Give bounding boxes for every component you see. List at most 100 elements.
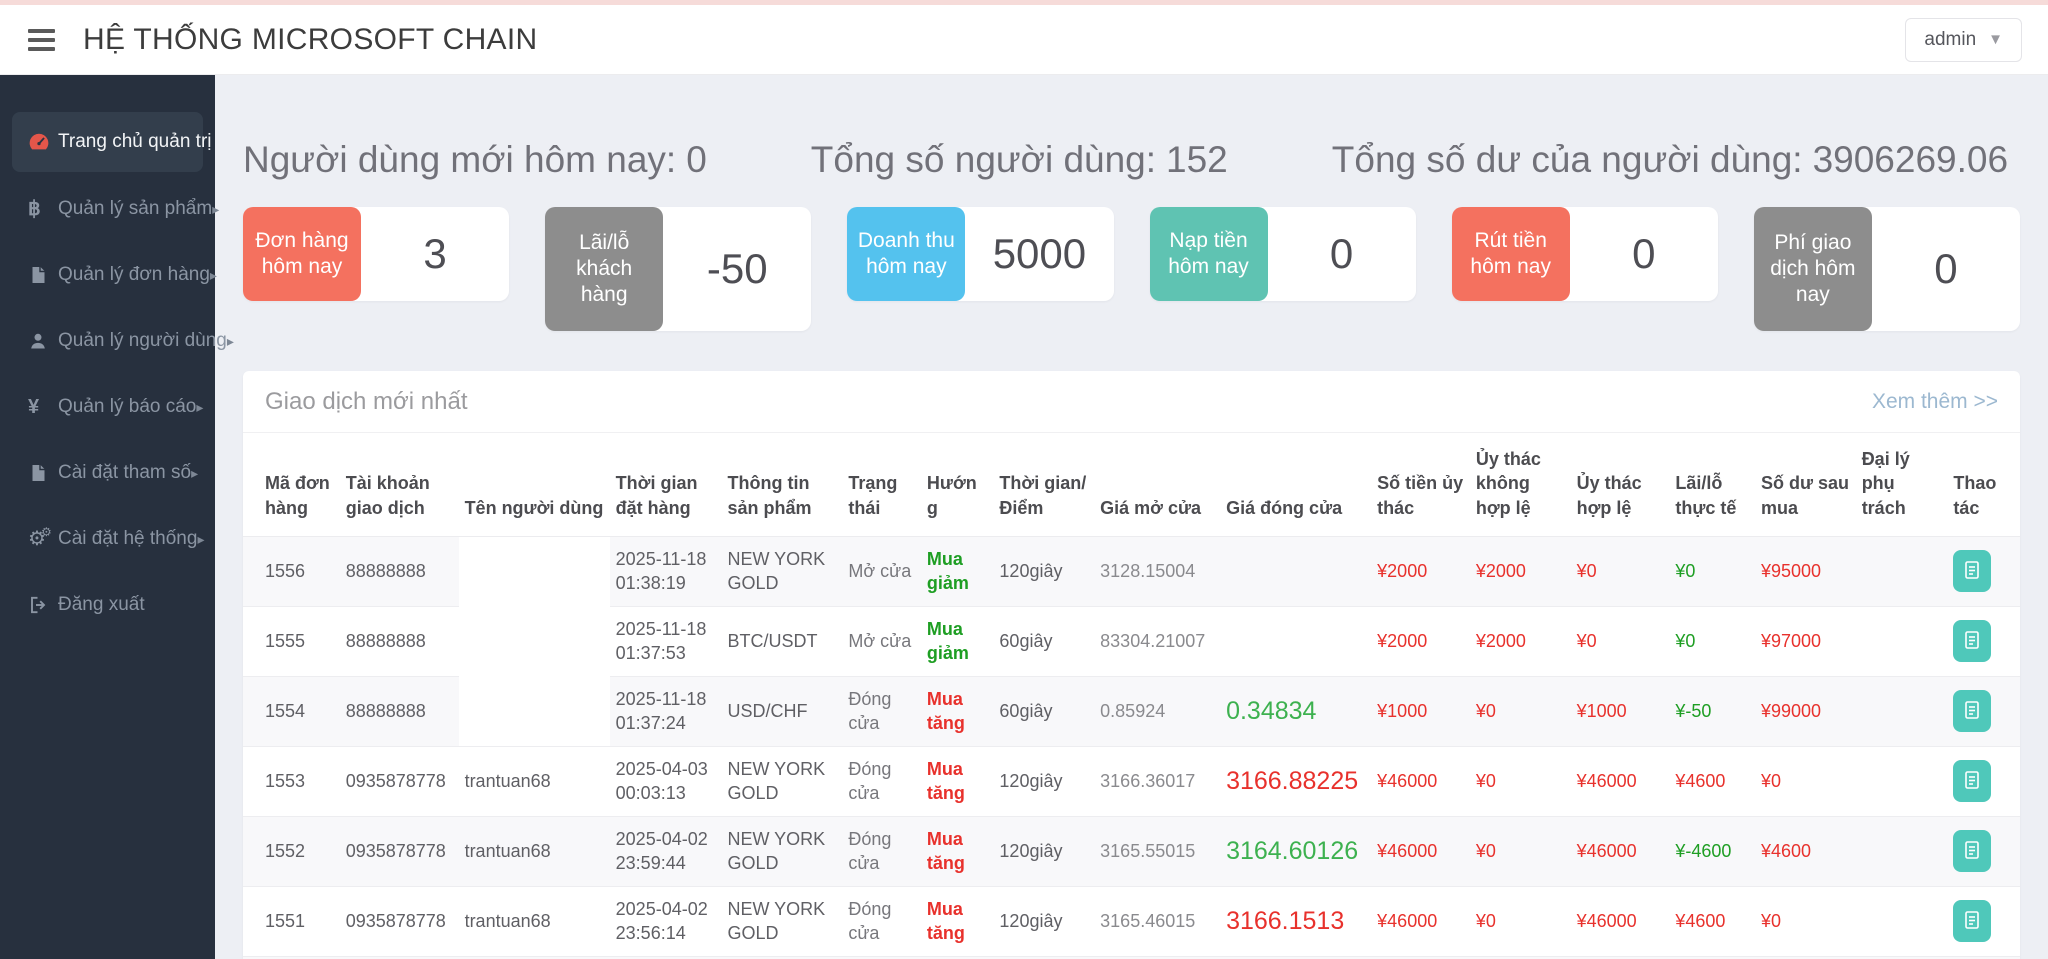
summary-stat-label: Tổng số người dùng: [811,139,1156,180]
order-detail-button[interactable] [1953,550,1991,592]
sidebar-item[interactable]: Trang chủ quản trị [12,112,203,172]
chevron-right-icon: ▸ [191,465,198,482]
table-row: 1555888888882025-11-18 01:37:53BTC/USDTM… [243,606,2020,676]
cell-order-time: 2025-11-18 01:37:53 [610,606,722,676]
column-header: Trạng thái [842,433,921,536]
cell-status: Mở cửa [842,536,921,606]
cell-invalid-entrust: ¥2000 [1470,606,1571,676]
cell-duration: 120giây [993,746,1094,816]
cell-id: 1556 [243,536,340,606]
cell-balance-after: ¥97000 [1755,606,1856,676]
page-title: HỆ THỐNG MICROSOFT CHAIN [83,23,537,57]
stat-card-label: Đơn hàng hôm nay [243,207,361,301]
user-menu-label: admin [1924,29,1976,51]
sidebar-item[interactable]: Quản lý đơn hàng▸ [0,246,215,304]
list-detail-icon [1962,699,1982,724]
cell-account: 0935878778 [340,746,459,816]
stat-card: Doanh thu hôm nay5000 [847,207,1113,301]
summary-stat-value: 3906269.06 [1813,139,2008,180]
cell-agent [1856,886,1948,956]
cell-open-price: 83304.21007 [1094,606,1220,676]
cell-close-price: 3166.88225 [1220,746,1371,816]
cell-username: trantuan68 [459,746,610,816]
order-detail-button[interactable] [1953,830,1991,872]
topbar: HỆ THỐNG MICROSOFT CHAIN admin ▼ [0,5,2048,75]
stat-card: Rút tiền hôm nay0 [1452,207,1718,301]
cell-open-price: 3128.15004 [1094,536,1220,606]
column-header: Thông tin sản phẩm [721,433,842,536]
sidebar-item-label: Trang chủ quản trị [58,131,212,153]
list-detail-icon [1962,629,1982,654]
panel-header: Giao dịch mới nhất Xem thêm >> [243,371,2020,433]
cell-action [1947,676,2020,746]
admin-dashboard-page: HỆ THỐNG MICROSOFT CHAIN admin ▼ Trang c… [0,0,2048,959]
sidebar-item[interactable]: Quản lý người dùng▸ [0,312,215,370]
column-header: Thời gian/Điểm [993,433,1094,536]
table-row: 15530935878778trantuan682025-04-03 00:03… [243,746,2020,816]
logout-icon [28,595,58,615]
cell-agent [1856,536,1948,606]
summary-stat: Tổng số người dùng:152 [811,139,1228,181]
stat-card-value: 0 [1872,207,2020,331]
cell-status: Mở cửa [842,606,921,676]
main-content: Người dùng mới hôm nay:0Tổng số người dù… [215,75,2048,959]
cell-duration: 120giây [993,886,1094,956]
stat-card: Lãi/lỗ khách hàng-50 [545,207,811,331]
cell-open-price: 0.85924 [1094,676,1220,746]
cell-direction: Mua giảm [921,536,994,606]
sidebar-item-label: Quản lý sản phẩm [58,198,212,220]
stat-card-label: Lãi/lỗ khách hàng [545,207,663,331]
cell-duration: 60giây [993,606,1094,676]
cell-actual-pnl: ¥4600 [1669,746,1755,816]
cell-username [459,606,610,676]
cell-valid-entrust: ¥46000 [1571,746,1670,816]
stat-card-label: Rút tiền hôm nay [1452,207,1570,301]
sidebar-item-label: Cài đặt hệ thống [58,528,197,550]
cell-agent [1856,676,1948,746]
list-detail-icon [1962,839,1982,864]
cell-account: 88888888 [340,606,459,676]
cell-action [1947,746,2020,816]
sidebar-item[interactable]: ¥Quản lý báo cáo▸ [0,378,215,436]
cell-close-price: 3166.1513 [1220,886,1371,956]
sidebar-item[interactable]: Cài đặt tham số▸ [0,444,215,502]
cell-balance-after: ¥0 [1755,886,1856,956]
order-detail-button[interactable] [1953,900,1991,942]
gears-icon: ⚙⚙ [28,529,58,549]
sidebar-item[interactable]: ⚙⚙Cài đặt hệ thống▸ [0,510,215,568]
order-detail-button[interactable] [1953,620,1991,662]
column-header: Số dư sau mua [1755,433,1856,536]
stat-card-value: 3 [361,207,509,301]
chevron-right-icon: ▸ [210,267,217,284]
hamburger-menu-icon[interactable] [26,23,57,57]
stat-card-value: 0 [1268,207,1416,301]
cell-invalid-entrust: ¥0 [1470,816,1571,886]
order-detail-button[interactable] [1953,690,1991,732]
cell-id: 1551 [243,886,340,956]
sidebar-item[interactable]: Đăng xuất [0,576,215,634]
sidebar-item[interactable]: ฿Quản lý sản phẩm▸ [0,180,215,238]
cell-balance-after: ¥0 [1755,746,1856,816]
sidebar-item-label: Quản lý người dùng [58,330,227,352]
params-icon [28,463,58,483]
column-header: Đại lý phụ trách [1856,433,1948,536]
cell-duration: 120giây [993,816,1094,886]
order-detail-button[interactable] [1953,760,1991,802]
stat-card-value: 0 [1570,207,1718,301]
stat-card-value: 5000 [965,207,1113,301]
summary-stats: Người dùng mới hôm nay:0Tổng số người dù… [243,139,2020,181]
column-header: Giá mở cửa [1094,433,1220,536]
cell-account: 88888888 [340,676,459,746]
cell-actual-pnl: ¥0 [1669,606,1755,676]
column-header: Thao tác [1947,433,2020,536]
sidebar-item-label: Đăng xuất [58,594,145,616]
cell-actual-pnl: ¥4600 [1669,886,1755,956]
user-menu-button[interactable]: admin ▼ [1905,18,2022,62]
see-more-link[interactable]: Xem thêm >> [1872,390,1998,414]
cell-open-price: 3165.55015 [1094,816,1220,886]
chevron-down-icon: ▼ [1988,31,2003,48]
cell-action [1947,606,2020,676]
cell-direction: Mua tăng [921,816,994,886]
column-header: Giá đóng cửa [1220,433,1371,536]
column-header: Ủy thác không hợp lệ [1470,433,1571,536]
